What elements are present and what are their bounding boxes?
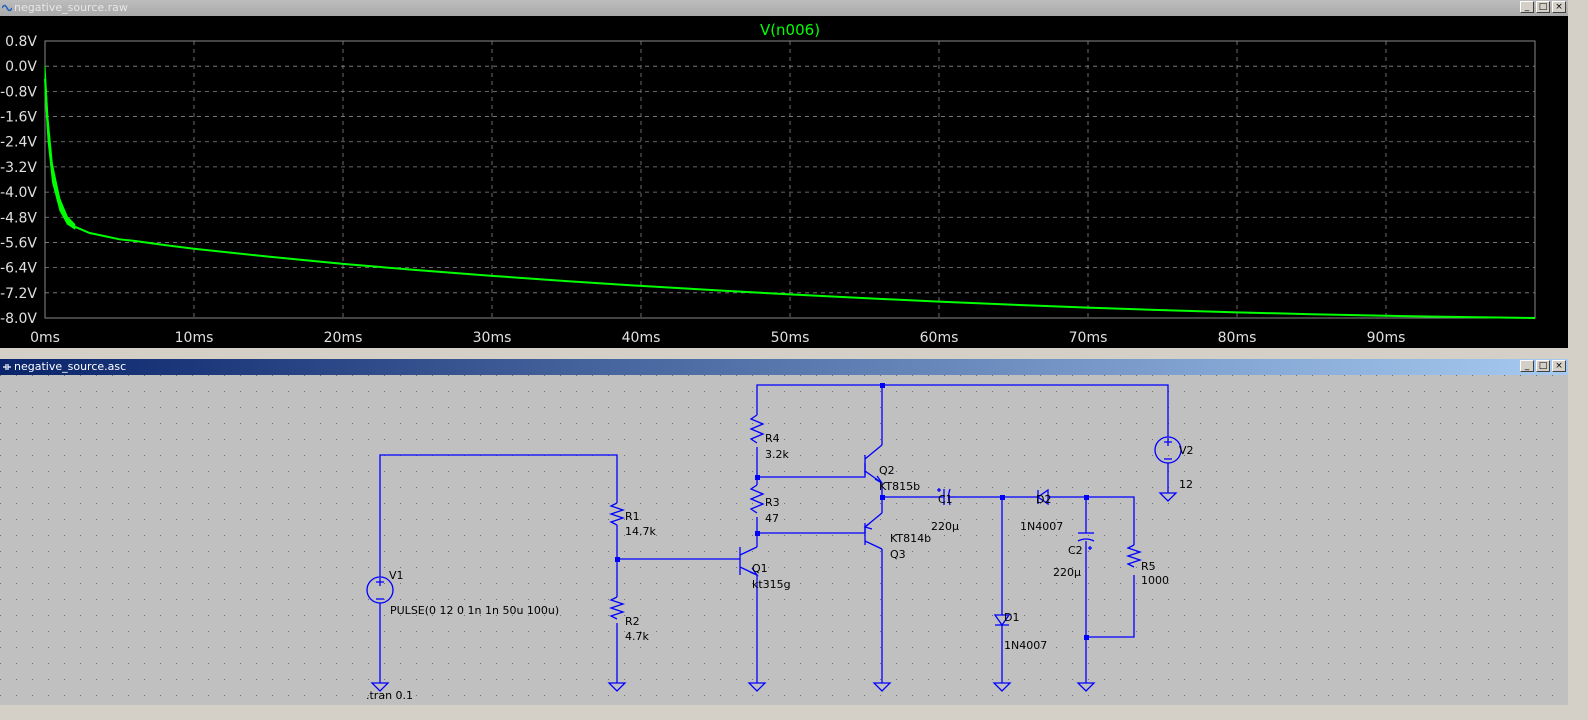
schematic-window-title: negative_source.asc — [14, 360, 127, 373]
window-separator — [0, 348, 1568, 359]
v1-label: V1 — [389, 569, 404, 582]
d1-label: D1 — [1004, 611, 1019, 624]
v2-label: V2 — [1179, 444, 1194, 457]
y-tick-label: 0.0V — [5, 59, 37, 75]
x-tick-label: 90ms — [1367, 330, 1406, 346]
c1-label: C1 — [938, 493, 953, 506]
r2-label: R2 — [625, 615, 640, 628]
schematic-icon — [3, 364, 11, 370]
x-tick-label: 80ms — [1218, 330, 1257, 346]
waveform-window-title: negative_source.raw — [14, 1, 128, 14]
waveform-plot[interactable]: V(n006) 0.8V 0.0V -0.8V -1.6V -2.4V -3.2V -4.0V… — [0, 16, 1568, 348]
r2-value: 4.7k — [625, 630, 649, 643]
close-button[interactable]: × — [1552, 1, 1566, 13]
minimize-button[interactable]: _ — [1520, 1, 1534, 13]
maximize-button[interactable]: □ — [1536, 1, 1550, 13]
tran-directive: .tran 0.1 — [366, 689, 413, 702]
y-tick-label: -6.4V — [0, 261, 37, 277]
r5-label: R5 — [1141, 560, 1156, 573]
d2-value: 1N4007 — [1020, 520, 1063, 533]
d2-label: D2 — [1036, 493, 1051, 506]
y-tick-label: -1.6V — [0, 110, 37, 126]
q3-value: KT814b — [890, 532, 931, 545]
x-tick-label: 70ms — [1069, 330, 1108, 346]
r1-label: R1 — [625, 510, 640, 523]
r4-value: 3.2k — [765, 448, 789, 461]
r1-value: 14.7k — [625, 525, 656, 538]
schematic-window-titlebar[interactable]: negative_source.asc _ □ × — [0, 359, 1568, 375]
x-tick-label: 40ms — [622, 330, 661, 346]
x-tick-label: 60ms — [920, 330, 959, 346]
schematic-grid — [0, 375, 1568, 705]
y-tick-label: -3.2V — [0, 160, 37, 176]
v1-value: PULSE(0 12 0 1n 1n 50u 100u) — [390, 604, 559, 617]
r3-label: R3 — [765, 496, 780, 509]
y-tick-label: -8.0V — [0, 311, 37, 327]
q1-label: Q1 — [752, 562, 768, 575]
y-tick-label: -4.8V — [0, 210, 37, 226]
y-tick-label: 0.8V — [5, 34, 37, 50]
x-tick-label: 10ms — [175, 330, 214, 346]
y-tick-label: -5.6V — [0, 235, 37, 251]
r3-value: 47 — [765, 512, 779, 525]
c2-label: C2 — [1068, 544, 1083, 557]
bottom-frame — [0, 705, 1588, 720]
x-tick-label: 30ms — [473, 330, 512, 346]
q3-label: Q3 — [890, 548, 906, 561]
q2-label: Q2 — [879, 464, 895, 477]
waveform-icon — [2, 4, 12, 12]
r5-value: 1000 — [1141, 574, 1169, 587]
minimize-button[interactable]: _ — [1520, 360, 1534, 372]
q2-value: KT815b — [879, 480, 920, 493]
q1-value: kt315g — [752, 578, 791, 591]
waveform-window[interactable]: negative_source.raw _ □ × V(n006) 0.8V 0.0… — [0, 0, 1568, 348]
d1-value: 1N4007 — [1004, 639, 1047, 652]
y-tick-label: -4.0V — [0, 185, 37, 201]
right-frame — [1568, 0, 1588, 705]
schematic-window[interactable]: negative_source.asc _ □ × V1 PULSE(0 12 … — [0, 359, 1568, 705]
v2-value: 12 — [1179, 478, 1193, 491]
schematic-canvas[interactable]: V1 PULSE(0 12 0 1n 1n 50u 100u) V2 12 R1… — [0, 375, 1568, 705]
c2-value: 220µ — [1053, 566, 1081, 579]
x-tick-label: 20ms — [324, 330, 363, 346]
waveform-window-titlebar[interactable]: negative_source.raw _ □ × — [0, 0, 1568, 16]
maximize-button[interactable]: □ — [1536, 360, 1550, 372]
r4-label: R4 — [765, 432, 780, 445]
x-tick-label: 0ms — [30, 330, 60, 346]
y-tick-label: -0.8V — [0, 84, 37, 100]
y-tick-label: -2.4V — [0, 135, 37, 151]
x-tick-label: 50ms — [771, 330, 810, 346]
c1-value: 220µ — [931, 520, 959, 533]
y-tick-label: -7.2V — [0, 286, 37, 302]
chart-title: V(n006) — [760, 21, 820, 39]
close-button[interactable]: × — [1552, 360, 1566, 372]
